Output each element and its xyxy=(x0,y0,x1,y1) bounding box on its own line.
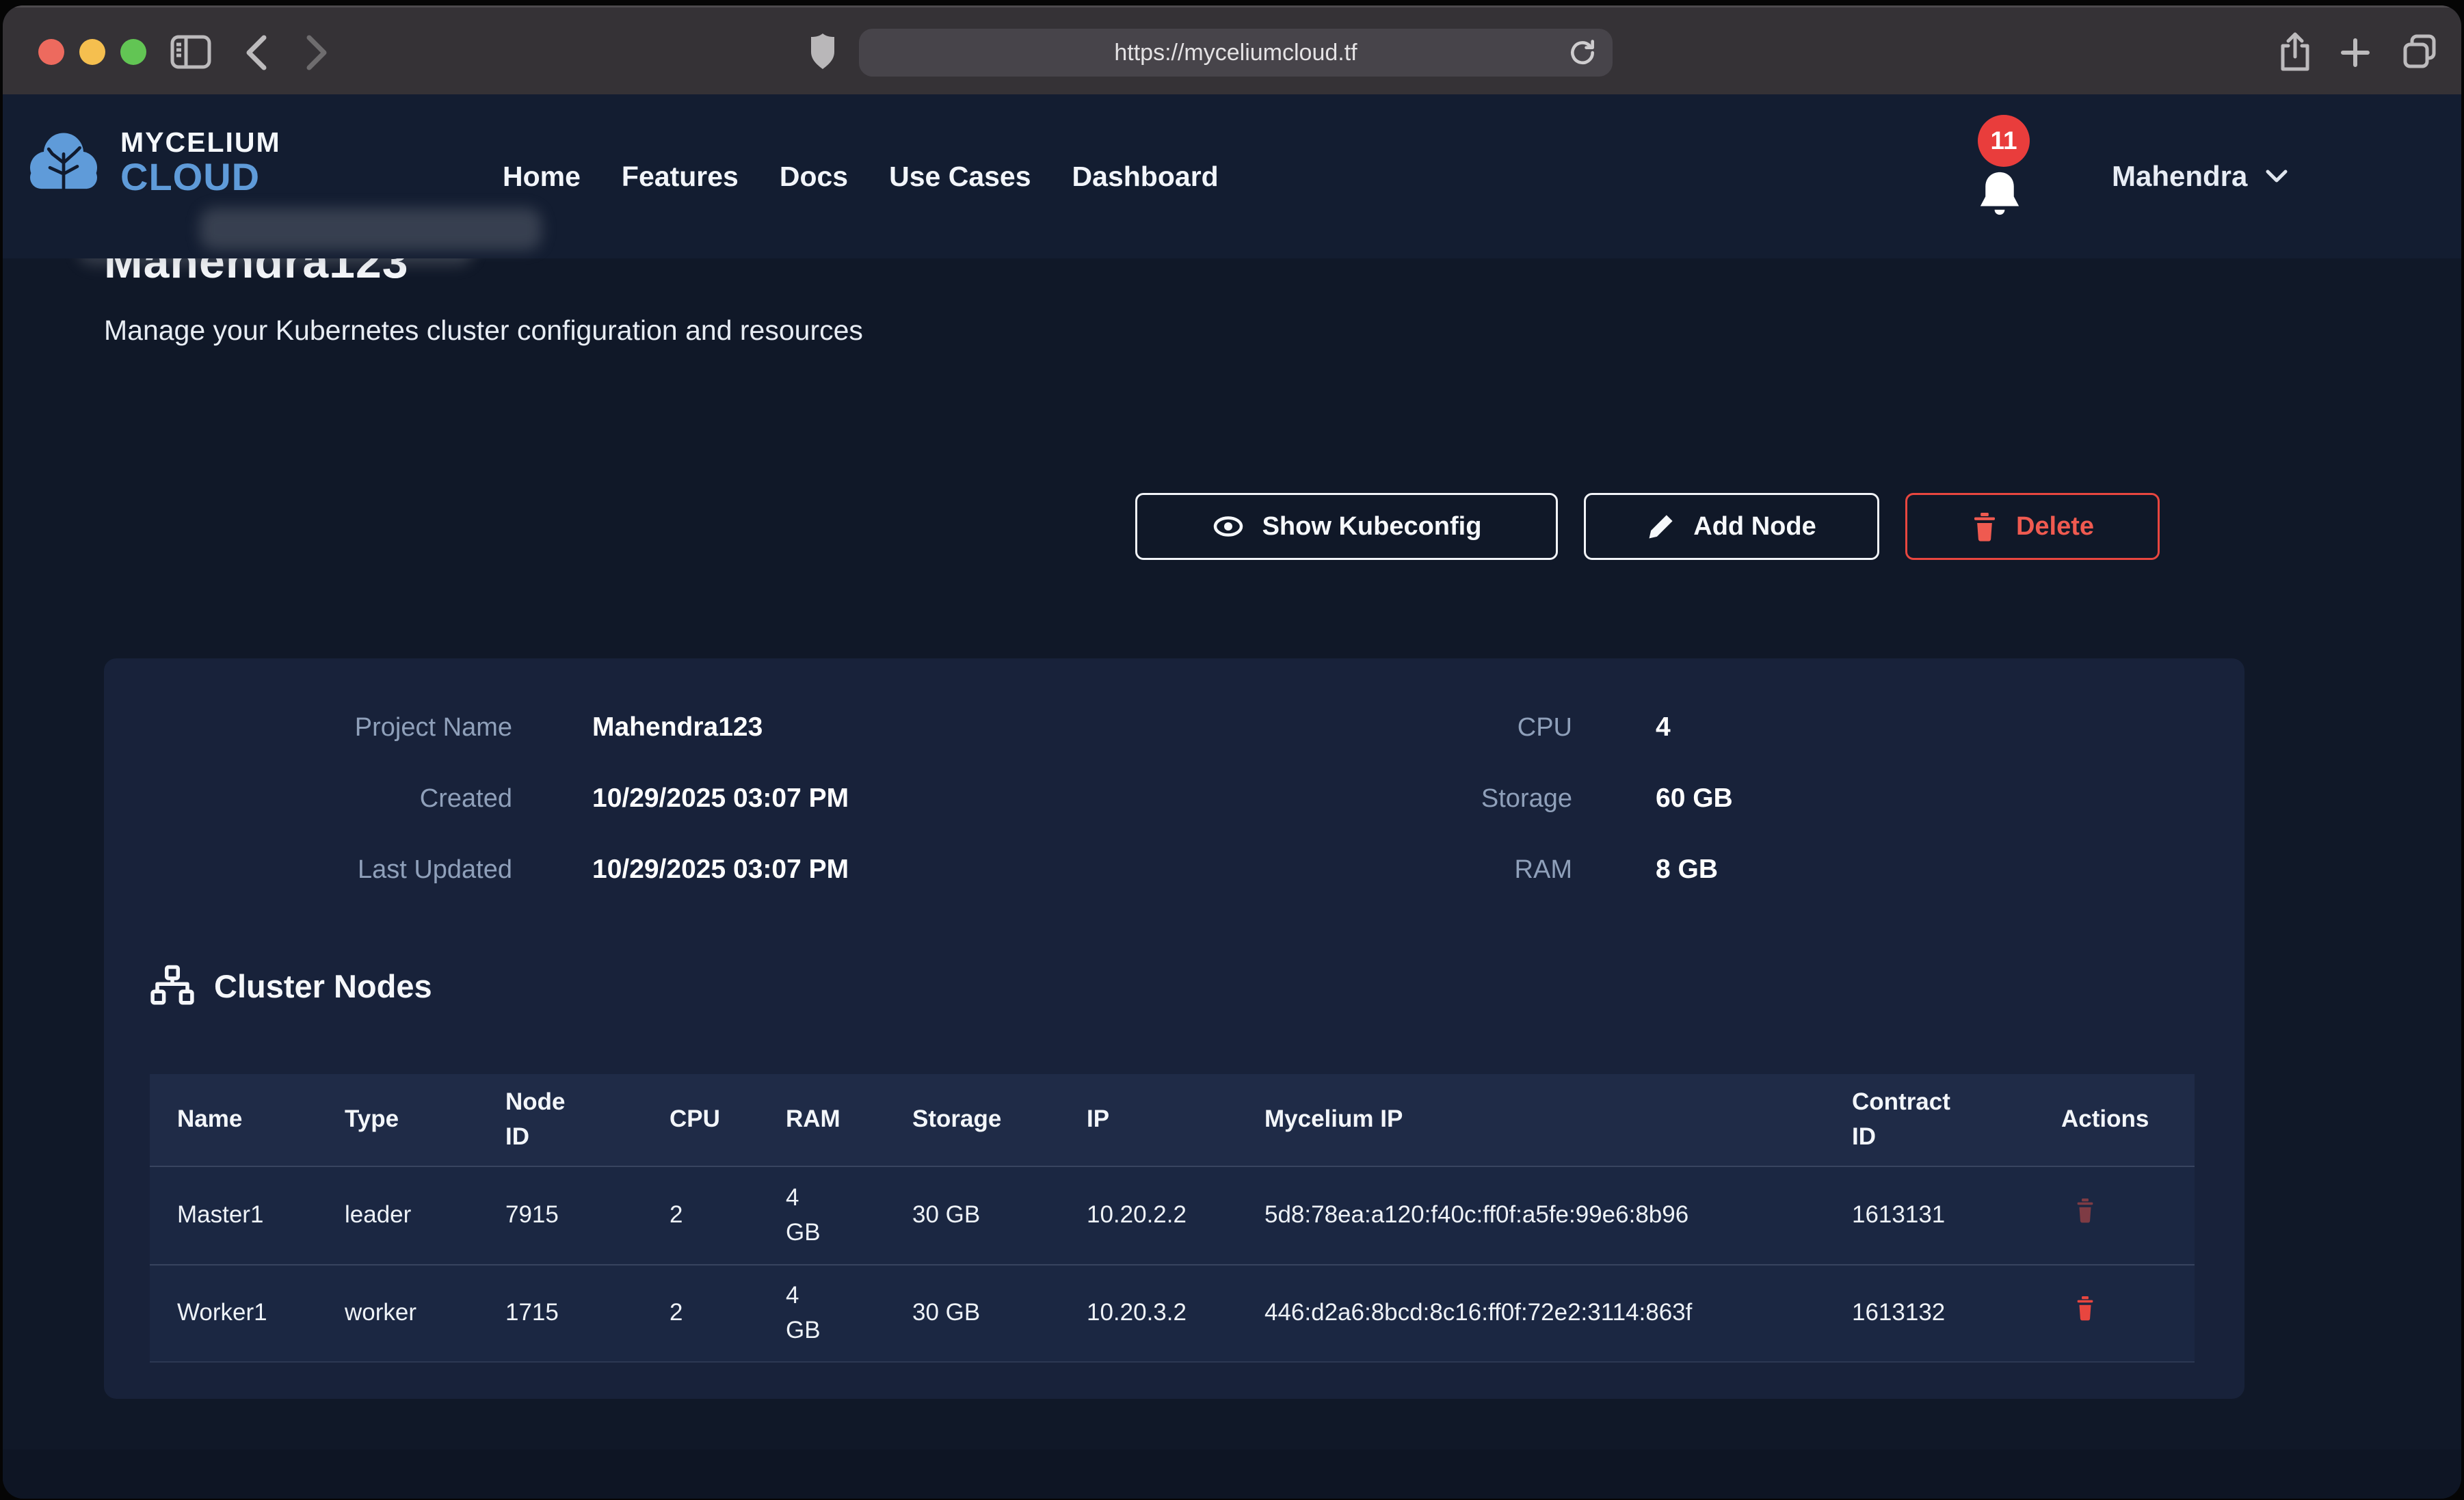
cluster-actions-toolbar: Show Kubeconfig Add Node Delete xyxy=(1135,493,2160,560)
cell-storage: 30 GB xyxy=(885,1285,1059,1341)
table-header-row: Name Type Node ID CPU RAM Storage IP Myc… xyxy=(150,1074,2195,1166)
nav-item-dashboard[interactable]: Dashboard xyxy=(1072,161,1219,193)
brand-logo-text: MYCELIUM CLOUD xyxy=(120,129,281,196)
notifications-button[interactable]: 11 xyxy=(1975,168,2024,223)
refresh-icon[interactable] xyxy=(1567,38,1598,68)
brand-logo[interactable]: MYCELIUM CLOUD xyxy=(22,129,281,196)
cell-actions xyxy=(2034,1186,2195,1245)
add-node-label: Add Node xyxy=(1693,512,1816,541)
page-subtitle: Manage your Kubernetes cluster configura… xyxy=(104,314,863,347)
col-header-ip: IP xyxy=(1059,1091,1237,1148)
cluster-details-card: Project Name Mahendra123 Created 10/29/2… xyxy=(104,658,2244,1399)
show-kubeconfig-button[interactable]: Show Kubeconfig xyxy=(1135,493,1558,560)
col-header-mycelium-ip: Mycelium IP xyxy=(1237,1091,1825,1148)
cell-ip: 10.20.2.2 xyxy=(1059,1187,1237,1244)
nav-item-home[interactable]: Home xyxy=(503,161,581,193)
info-row: RAM 8 GB xyxy=(104,854,2244,885)
back-icon[interactable] xyxy=(243,34,268,72)
browser-toolbar: https://myceliumcloud.tf xyxy=(3,5,2461,94)
cell-ip: 10.20.3.2 xyxy=(1059,1285,1237,1341)
notification-count-badge: 11 xyxy=(1978,115,2030,167)
pencil-icon xyxy=(1647,512,1675,541)
share-icon[interactable] xyxy=(2277,31,2313,73)
add-node-button[interactable]: Add Node xyxy=(1584,493,1879,560)
shield-icon xyxy=(808,32,837,72)
sidebar-toggle-icon[interactable] xyxy=(170,34,212,70)
trash-icon xyxy=(2074,1294,2097,1322)
cell-mycelium-ip: 5d8:78ea:a120:f40c:ff0f:a5fe:99e6:8b96 xyxy=(1237,1187,1825,1244)
delete-cluster-button[interactable]: Delete xyxy=(1905,493,2160,560)
user-name: Mahendra xyxy=(2112,160,2247,193)
tab-overview-icon[interactable] xyxy=(2400,32,2439,70)
cell-name: Worker1 xyxy=(150,1285,317,1341)
cell-cpu: 2 xyxy=(642,1187,758,1244)
traffic-lights xyxy=(38,39,146,65)
new-tab-icon[interactable] xyxy=(2339,36,2372,69)
main-nav: Home Features Docs Use Cases Dashboard xyxy=(503,94,1219,258)
bell-icon xyxy=(1975,168,2024,223)
cell-cpu: 2 xyxy=(642,1285,758,1341)
blur-smudge xyxy=(200,208,542,250)
chevron-down-icon xyxy=(2265,169,2288,184)
info-row: CPU 4 xyxy=(104,712,2244,743)
delete-node-button[interactable] xyxy=(2074,1196,2097,1224)
url-text: https://myceliumcloud.tf xyxy=(1114,40,1357,66)
col-header-ram: RAM xyxy=(758,1091,885,1148)
cluster-nodes-heading: Cluster Nodes xyxy=(150,963,432,1008)
cluster-info-right: CPU 4 Storage 60 GB RAM 8 GB xyxy=(104,712,2244,925)
cell-ram: 4 GB xyxy=(758,1170,885,1261)
cell-storage: 30 GB xyxy=(885,1187,1059,1244)
col-header-contract-id: Contract ID xyxy=(1825,1074,2034,1166)
delete-label: Delete xyxy=(2016,512,2094,541)
user-menu[interactable]: Mahendra xyxy=(2112,94,2288,258)
col-header-storage: Storage xyxy=(885,1091,1059,1148)
info-label: Storage xyxy=(104,784,1572,814)
close-window-button[interactable] xyxy=(38,39,64,65)
page-footer-band xyxy=(3,1449,2461,1499)
col-header-cpu: CPU xyxy=(642,1091,758,1148)
eye-icon xyxy=(1212,510,1245,543)
trash-icon xyxy=(2074,1196,2097,1224)
cell-contract-id: 1613132 xyxy=(1825,1285,2034,1341)
col-header-name: Name xyxy=(150,1091,317,1148)
browser-window: https://myceliumcloud.tf Mahendra123 Man… xyxy=(3,5,2461,1499)
cell-actions xyxy=(2034,1283,2195,1343)
cluster-nodes-title: Cluster Nodes xyxy=(214,967,432,1005)
cell-type: worker xyxy=(317,1285,478,1341)
nav-item-docs[interactable]: Docs xyxy=(780,161,848,193)
screenshot-stage: https://myceliumcloud.tf Mahendra123 Man… xyxy=(0,0,2464,1500)
info-row: Storage 60 GB xyxy=(104,783,2244,814)
cell-type: leader xyxy=(317,1187,478,1244)
nav-item-features[interactable]: Features xyxy=(622,161,739,193)
minimize-window-button[interactable] xyxy=(79,39,105,65)
brand-name-top: MYCELIUM xyxy=(120,129,281,157)
show-kubeconfig-label: Show Kubeconfig xyxy=(1262,512,1482,541)
info-value: 4 xyxy=(1656,712,1671,742)
network-icon xyxy=(150,963,195,1008)
zoom-window-button[interactable] xyxy=(120,39,146,65)
info-value: 8 GB xyxy=(1656,855,1718,885)
delete-node-button[interactable] xyxy=(2074,1294,2097,1322)
cloud-logo-icon xyxy=(22,129,105,196)
cell-ram: 4 GB xyxy=(758,1268,885,1359)
cell-node-id: 7915 xyxy=(478,1187,642,1244)
forward-icon[interactable] xyxy=(305,34,330,72)
table-row: Master1 leader 7915 2 4 GB 30 GB 10.20.2… xyxy=(150,1166,2195,1264)
col-header-actions: Actions xyxy=(2034,1091,2195,1148)
col-header-type: Type xyxy=(317,1091,478,1148)
brand-name-bottom: CLOUD xyxy=(120,158,281,196)
cell-name: Master1 xyxy=(150,1187,317,1244)
info-label: CPU xyxy=(104,713,1572,742)
info-label: RAM xyxy=(104,855,1572,885)
address-bar[interactable]: https://myceliumcloud.tf xyxy=(859,29,1613,77)
trash-icon xyxy=(1971,511,1998,541)
cell-mycelium-ip: 446:d2a6:8bcd:8c16:ff0f:72e2:3114:863f xyxy=(1237,1285,1825,1341)
nav-item-use-cases[interactable]: Use Cases xyxy=(889,161,1031,193)
cell-contract-id: 1613131 xyxy=(1825,1187,2034,1244)
table-row: Worker1 worker 1715 2 4 GB 30 GB 10.20.3… xyxy=(150,1264,2195,1363)
col-header-node-id: Node ID xyxy=(478,1074,642,1166)
info-value: 60 GB xyxy=(1656,784,1733,814)
cluster-nodes-table: Name Type Node ID CPU RAM Storage IP Myc… xyxy=(150,1074,2195,1363)
cell-node-id: 1715 xyxy=(478,1285,642,1341)
